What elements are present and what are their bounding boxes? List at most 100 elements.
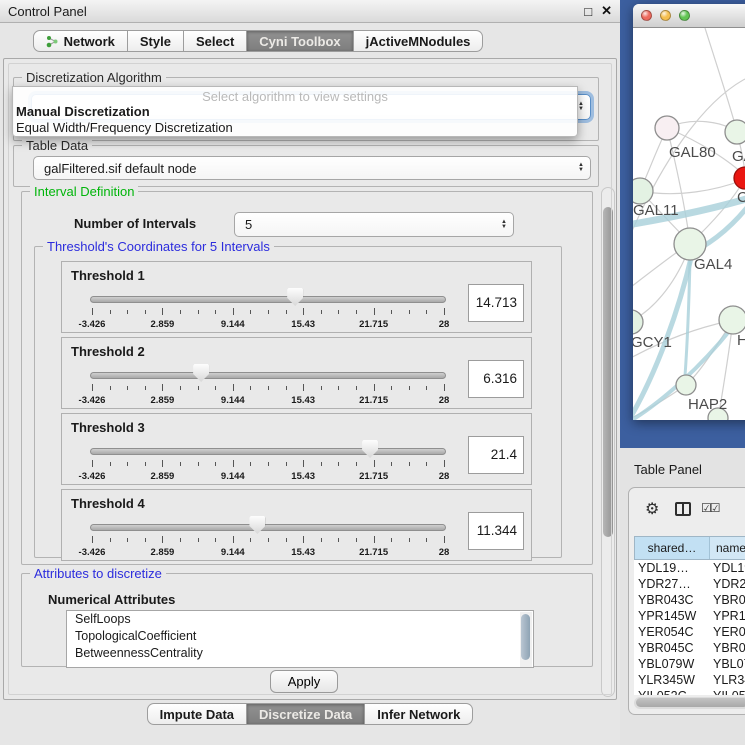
slider-ticks bbox=[92, 460, 444, 469]
cell-shared-name: YDL19… bbox=[634, 561, 709, 575]
scrollbar-thumb[interactable] bbox=[636, 698, 745, 707]
dropdown-option-equal-width-frequency-discretization[interactable]: Equal Width/Frequency Discretization bbox=[13, 120, 577, 136]
group-title: Table Data bbox=[22, 138, 92, 153]
network-window-backdrop: GAL80GALCGAL11GAL4GCY1HAHAP2 bbox=[620, 0, 745, 453]
tab-infer-network[interactable]: Infer Network bbox=[365, 703, 473, 725]
combobox-value: galFiltered.sif default node bbox=[44, 161, 196, 176]
scrollbar-thumb[interactable] bbox=[603, 207, 613, 537]
split-columns-icon[interactable] bbox=[675, 502, 691, 516]
threshold-value-field[interactable]: 11.344 bbox=[468, 512, 524, 550]
table-data-combobox[interactable]: galFiltered.sif default node ▲▼ bbox=[33, 156, 591, 180]
network-node[interactable] bbox=[633, 310, 643, 334]
tab-select[interactable]: Select bbox=[184, 30, 247, 52]
group-title: Interval Definition bbox=[30, 184, 138, 199]
thresholds-group: Threshold's Coordinates for 5 Intervals … bbox=[34, 246, 562, 558]
table-row[interactable]: YBL079WYBL079W bbox=[634, 656, 745, 672]
table-row[interactable]: YDR27…YDR27… bbox=[634, 576, 745, 592]
tab-label: Cyni Toolbox bbox=[259, 34, 340, 49]
column-header-shared-name[interactable]: shared… bbox=[635, 537, 710, 559]
tab-network[interactable]: Network bbox=[33, 30, 128, 52]
panel-scrollbar[interactable] bbox=[601, 187, 615, 697]
slider-track[interactable] bbox=[90, 524, 446, 531]
stepper-icon[interactable]: ▲▼ bbox=[501, 213, 507, 236]
slider-track[interactable] bbox=[90, 448, 446, 455]
stepper-icon[interactable]: ▲▼ bbox=[578, 157, 584, 179]
network-node[interactable] bbox=[655, 116, 679, 140]
cell-shared-name: YLR345W bbox=[634, 673, 709, 687]
slider-track[interactable] bbox=[90, 296, 446, 303]
cell-name: YBR043C bbox=[709, 593, 745, 607]
network-tab-icon bbox=[46, 35, 59, 48]
column-header-name[interactable]: name bbox=[710, 537, 745, 559]
network-node[interactable] bbox=[633, 178, 653, 204]
numerical-attributes-list[interactable]: SelfLoopsTopologicalCoefficientBetweenne… bbox=[66, 610, 534, 668]
slider-handle[interactable] bbox=[362, 440, 378, 458]
scrollbar-thumb[interactable] bbox=[521, 614, 530, 660]
table-rows: YDL19…YDL19…YDR27…YDR27…YBR043CYBR043CYP… bbox=[634, 560, 745, 695]
apply-button[interactable]: Apply bbox=[270, 670, 338, 693]
network-node[interactable] bbox=[676, 375, 696, 395]
network-window-titlebar[interactable] bbox=[633, 4, 745, 28]
table-row[interactable]: YPR145WYPR145W bbox=[634, 608, 745, 624]
slider-tick-labels: -3.4262.8599.14415.4321.71528 bbox=[92, 395, 444, 407]
slider-handle[interactable] bbox=[193, 364, 209, 382]
network-window[interactable]: GAL80GALCGAL11GAL4GCY1HAHAP2 bbox=[633, 4, 745, 420]
tab-label: Impute Data bbox=[160, 707, 234, 722]
threshold-value-field[interactable]: 21.4 bbox=[468, 436, 524, 474]
table-row[interactable]: YLR345WYLR345W bbox=[634, 672, 745, 688]
attribute-item-betweennesscentrality[interactable]: BetweennessCentrality bbox=[67, 645, 533, 662]
node-label-gal11: GAL11 bbox=[633, 202, 679, 219]
network-edge[interactable] bbox=[633, 248, 683, 290]
network-node[interactable] bbox=[725, 120, 745, 144]
float-icon[interactable]: □ bbox=[584, 4, 592, 19]
number-of-intervals-combobox[interactable]: 5 ▲▼ bbox=[234, 212, 514, 237]
attribute-item-selfloops[interactable]: SelfLoops bbox=[67, 611, 533, 628]
network-node[interactable] bbox=[734, 167, 745, 189]
tab-cyni-toolbox[interactable]: Cyni Toolbox bbox=[247, 30, 353, 52]
gear-icon[interactable]: ⚙ bbox=[645, 499, 659, 519]
table-row[interactable]: YIL052CYIL052C bbox=[634, 688, 745, 695]
slider-handle[interactable] bbox=[249, 516, 265, 534]
slider-handle[interactable] bbox=[287, 288, 303, 306]
table-row[interactable]: YDL19…YDL19… bbox=[634, 560, 745, 576]
list-scrollbar[interactable] bbox=[520, 612, 532, 668]
minimize-traffic-light-icon[interactable] bbox=[660, 10, 671, 21]
cell-name: YDR27… bbox=[709, 577, 745, 591]
table-header: shared… name bbox=[634, 536, 745, 560]
threshold-2-panel: Threshold 2-3.4262.8599.14415.4321.71528… bbox=[61, 337, 532, 409]
slider-tick-labels: -3.4262.8599.14415.4321.71528 bbox=[92, 547, 444, 559]
close-traffic-light-icon[interactable] bbox=[641, 10, 652, 21]
network-canvas[interactable]: GAL80GALCGAL11GAL4GCY1HAHAP2 bbox=[633, 28, 745, 420]
cell-shared-name: YPR145W bbox=[634, 609, 709, 623]
cell-name: YER054C bbox=[709, 625, 745, 639]
slider-tick-labels: -3.4262.8599.14415.4321.71528 bbox=[92, 319, 444, 331]
table-row[interactable]: YBR043CYBR043C bbox=[634, 592, 745, 608]
cell-name: YLR345W bbox=[709, 673, 745, 687]
network-node[interactable] bbox=[719, 306, 745, 334]
close-icon[interactable]: ✕ bbox=[601, 3, 612, 19]
table-hscrollbar[interactable] bbox=[634, 697, 745, 709]
table-panel-title: Table Panel bbox=[634, 462, 702, 477]
zoom-traffic-light-icon[interactable] bbox=[679, 10, 690, 21]
threshold-value-field[interactable]: 6.316 bbox=[468, 360, 524, 398]
tab-discretize-data[interactable]: Discretize Data bbox=[247, 703, 365, 725]
cell-name: YIL052C bbox=[709, 689, 745, 695]
node-label-c: C bbox=[737, 189, 745, 206]
dropdown-option-manual-discretization[interactable]: Manual Discretization bbox=[13, 104, 577, 120]
stepper-icon[interactable]: ▲▼ bbox=[578, 95, 584, 119]
numerical-attributes-label: Numerical Attributes bbox=[48, 592, 175, 607]
attribute-item-topologicalcoefficient[interactable]: TopologicalCoefficient bbox=[67, 628, 533, 645]
tab-jactivemnodules[interactable]: jActiveMNodules bbox=[354, 30, 484, 52]
threshold-value-field[interactable]: 14.713 bbox=[468, 284, 524, 322]
table-row[interactable]: YER054CYER054C bbox=[634, 624, 745, 640]
node-label-gal80: GAL80 bbox=[669, 144, 716, 161]
slider-track[interactable] bbox=[90, 372, 446, 379]
network-edge[interactable] bbox=[705, 28, 736, 128]
tab-style[interactable]: Style bbox=[128, 30, 184, 52]
network-graph[interactable]: GAL80GALCGAL11GAL4GCY1HAHAP2 bbox=[633, 28, 745, 420]
checkboxes-icon[interactable]: ☑☑ bbox=[701, 501, 719, 515]
node-label-ha: HA bbox=[737, 332, 745, 349]
tab-impute-data[interactable]: Impute Data bbox=[147, 703, 247, 725]
cell-shared-name: YBR045C bbox=[634, 641, 709, 655]
table-row[interactable]: YBR045CYBR045C bbox=[634, 640, 745, 656]
